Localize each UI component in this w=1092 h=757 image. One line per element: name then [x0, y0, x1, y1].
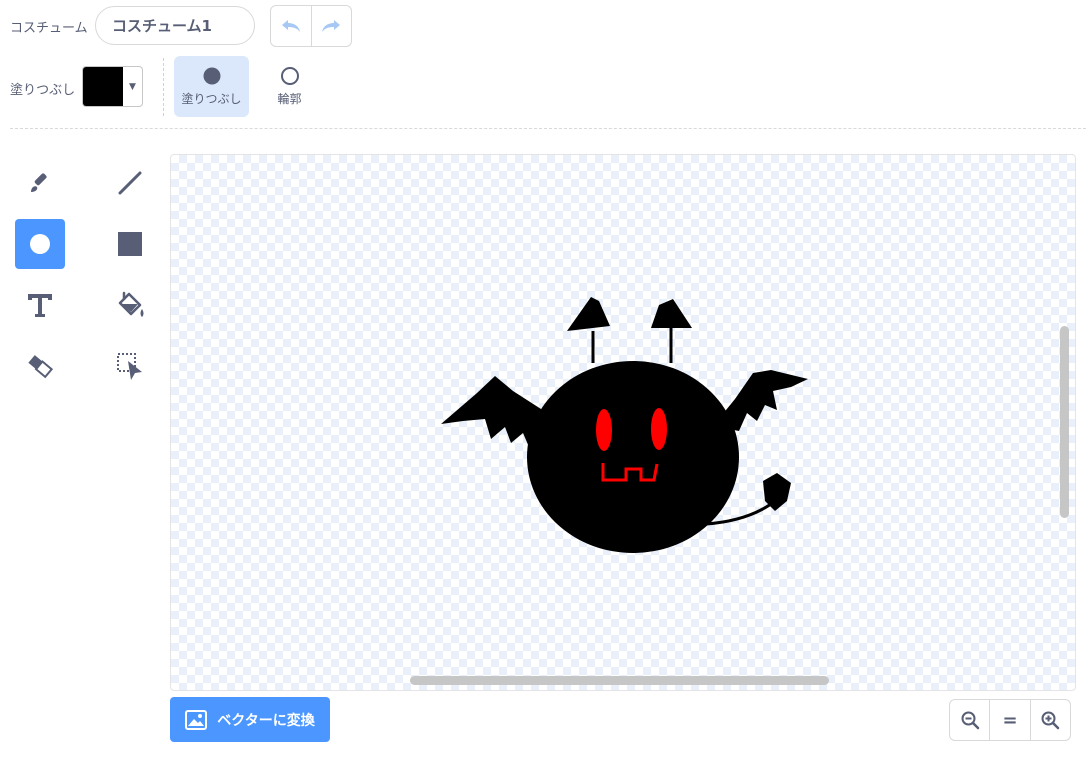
zoom-out-icon	[961, 711, 979, 730]
zoom-controls: =	[949, 699, 1071, 741]
fill-mode-label: 塗りつぶし	[181, 92, 242, 106]
image-icon	[185, 709, 208, 730]
fill-label: 塗りつぶし	[10, 83, 76, 98]
fill-color-picker[interactable]: ▼	[82, 66, 143, 107]
paint-bucket-icon	[118, 291, 144, 317]
text-icon	[28, 294, 52, 317]
text-tool[interactable]	[15, 280, 65, 330]
fill-tool[interactable]	[105, 280, 155, 330]
costume-label: コスチューム	[10, 21, 88, 36]
fill-color-swatch	[83, 67, 123, 106]
rectangle-icon	[118, 232, 142, 256]
devil-drawing	[441, 297, 808, 553]
brush-tool[interactable]	[15, 158, 65, 208]
toolbar-divider	[10, 128, 1086, 129]
zoom-out-button[interactable]	[950, 700, 989, 740]
redo-icon	[322, 20, 341, 32]
zoom-in-button[interactable]	[1029, 700, 1070, 740]
outline-mode-button[interactable]: 輪郭	[252, 56, 327, 117]
paint-canvas[interactable]	[170, 154, 1076, 691]
divider	[163, 58, 164, 116]
redo-button[interactable]	[310, 6, 352, 46]
brush-icon	[31, 173, 47, 192]
line-icon	[118, 171, 142, 195]
undo-button[interactable]	[271, 6, 311, 46]
outline-mode-label: 輪郭	[277, 92, 302, 106]
zoom-reset-label: =	[1002, 709, 1018, 731]
vertical-scrollbar[interactable]	[1060, 326, 1069, 518]
undo-redo-group	[270, 5, 352, 47]
rectangle-tool[interactable]	[105, 219, 155, 269]
zoom-reset-button[interactable]: =	[989, 700, 1029, 740]
select-icon	[117, 353, 142, 380]
eraser-icon	[28, 355, 54, 379]
undo-icon	[281, 20, 300, 32]
circle-tool[interactable]	[15, 219, 65, 269]
convert-to-vector-button[interactable]: ベクターに変換	[170, 697, 330, 742]
costume-name-input[interactable]	[95, 6, 255, 45]
zoom-in-icon	[1041, 711, 1060, 730]
outline-circle-icon	[280, 67, 299, 85]
circle-icon	[30, 234, 50, 254]
line-tool[interactable]	[105, 158, 155, 208]
chevron-down-icon: ▼	[129, 81, 136, 92]
select-tool[interactable]	[105, 341, 155, 391]
eraser-tool[interactable]	[15, 341, 65, 391]
convert-button-label: ベクターに変換	[217, 712, 315, 729]
filled-circle-icon	[203, 67, 220, 85]
horizontal-scrollbar[interactable]	[410, 676, 829, 685]
fill-mode-button[interactable]: 塗りつぶし	[174, 56, 249, 117]
